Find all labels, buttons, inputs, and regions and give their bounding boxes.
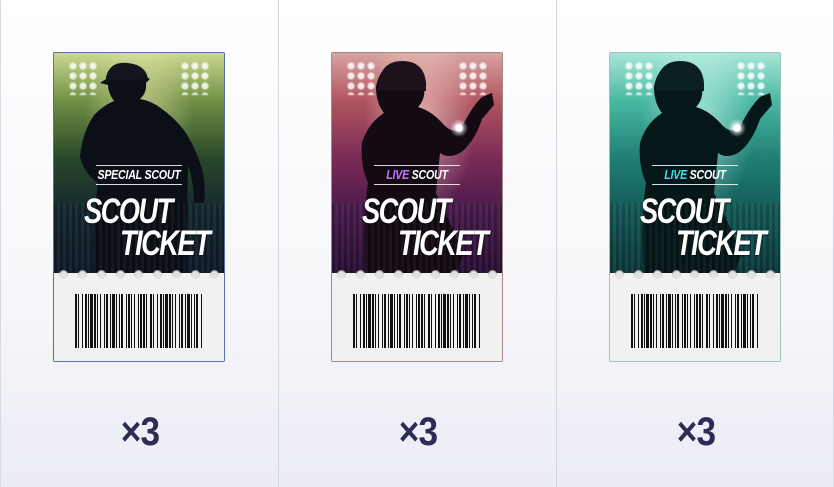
scout-type-label: LIVE SCOUT [664, 167, 726, 182]
live-scout-ticket-card[interactable]: LIVE SCOUT SCOUT TICKET [331, 52, 503, 362]
ticket-perforation [610, 267, 780, 281]
reward-quantity: ×3 [676, 410, 716, 454]
scout-type-label: LIVE SCOUT [386, 167, 448, 182]
reward-item-live-scout-teal[interactable]: LIVE SCOUT SCOUT TICKET ×3 [556, 0, 834, 487]
barcode-icon [75, 294, 202, 348]
ticket-title-line-2: TICKET [120, 224, 211, 263]
light-flare [728, 119, 746, 137]
ticket-perforation [332, 267, 502, 281]
ticket-artwork: SPECIAL SCOUT SCOUT TICKET [54, 53, 224, 273]
ticket-artwork: LIVE SCOUT SCOUT TICKET [332, 53, 502, 273]
live-scout-ticket-card[interactable]: LIVE SCOUT SCOUT TICKET [609, 52, 781, 362]
ticket-perforation [54, 267, 224, 281]
reward-quantity: ×3 [398, 410, 438, 454]
light-flare [450, 119, 468, 137]
special-scout-ticket-card[interactable]: SPECIAL SCOUT SCOUT TICKET [53, 52, 225, 362]
reward-quantity: ×3 [120, 410, 160, 454]
ticket-stub [610, 275, 780, 361]
reward-grid: SPECIAL SCOUT SCOUT TICKET ×3 LIVE SCOUT… [0, 0, 834, 487]
ticket-title-line-2: TICKET [398, 224, 489, 263]
reward-item-special-scout[interactable]: SPECIAL SCOUT SCOUT TICKET ×3 [0, 0, 278, 487]
reward-item-live-scout-red[interactable]: LIVE SCOUT SCOUT TICKET ×3 [278, 0, 556, 487]
ticket-title-line-2: TICKET [676, 224, 767, 263]
scout-type-label: SPECIAL SCOUT [97, 167, 181, 182]
ticket-stub [54, 275, 224, 361]
barcode-icon [631, 294, 758, 348]
barcode-icon [353, 294, 480, 348]
ticket-stub [332, 275, 502, 361]
ticket-artwork: LIVE SCOUT SCOUT TICKET [610, 53, 780, 273]
